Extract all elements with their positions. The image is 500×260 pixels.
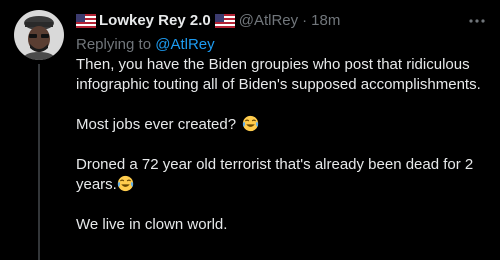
tweet-paragraph: We live in clown world. — [76, 215, 486, 235]
more-options-icon[interactable] — [468, 12, 486, 30]
separator-dot: · — [302, 12, 308, 29]
tweet-paragraph: Then, you have the Biden groupies who po… — [76, 55, 486, 95]
paragraph-text: Droned a 72 year old terrorist that's al… — [76, 156, 474, 193]
replying-to-handle[interactable]: @AtlRey — [155, 36, 214, 53]
user-handle[interactable]: @AtlRey — [239, 11, 298, 31]
replying-to-label: Replying to — [76, 36, 156, 53]
tweet-paragraph: Droned a 72 year old terrorist that's al… — [76, 155, 486, 195]
display-name[interactable]: Lowkey Rey 2.0 — [99, 11, 211, 31]
tweet-text: Then, you have the Biden groupies who po… — [76, 55, 486, 255]
tweet-header: Lowkey Rey 2.0 @AtlRey · 18m — [76, 11, 340, 31]
tweet: Lowkey Rey 2.0 @AtlRey · 18m Replying to… — [0, 0, 500, 260]
tears-of-joy-emoji-icon — [117, 175, 134, 192]
us-flag-icon — [214, 14, 235, 28]
paragraph-text: Most jobs ever created? — [76, 116, 237, 133]
timestamp[interactable]: 18m — [311, 11, 340, 31]
paragraph-text: Then, you have the Biden groupies who po… — [76, 56, 481, 93]
thread-line — [38, 64, 40, 260]
us-flag-icon — [76, 14, 96, 28]
tweet-paragraph: Most jobs ever created? — [76, 115, 486, 135]
avatar[interactable] — [14, 10, 64, 60]
paragraph-text: We live in clown world. — [76, 216, 228, 233]
replying-to: Replying to @AtlRey — [76, 35, 215, 55]
tears-of-joy-emoji-icon — [242, 115, 259, 132]
